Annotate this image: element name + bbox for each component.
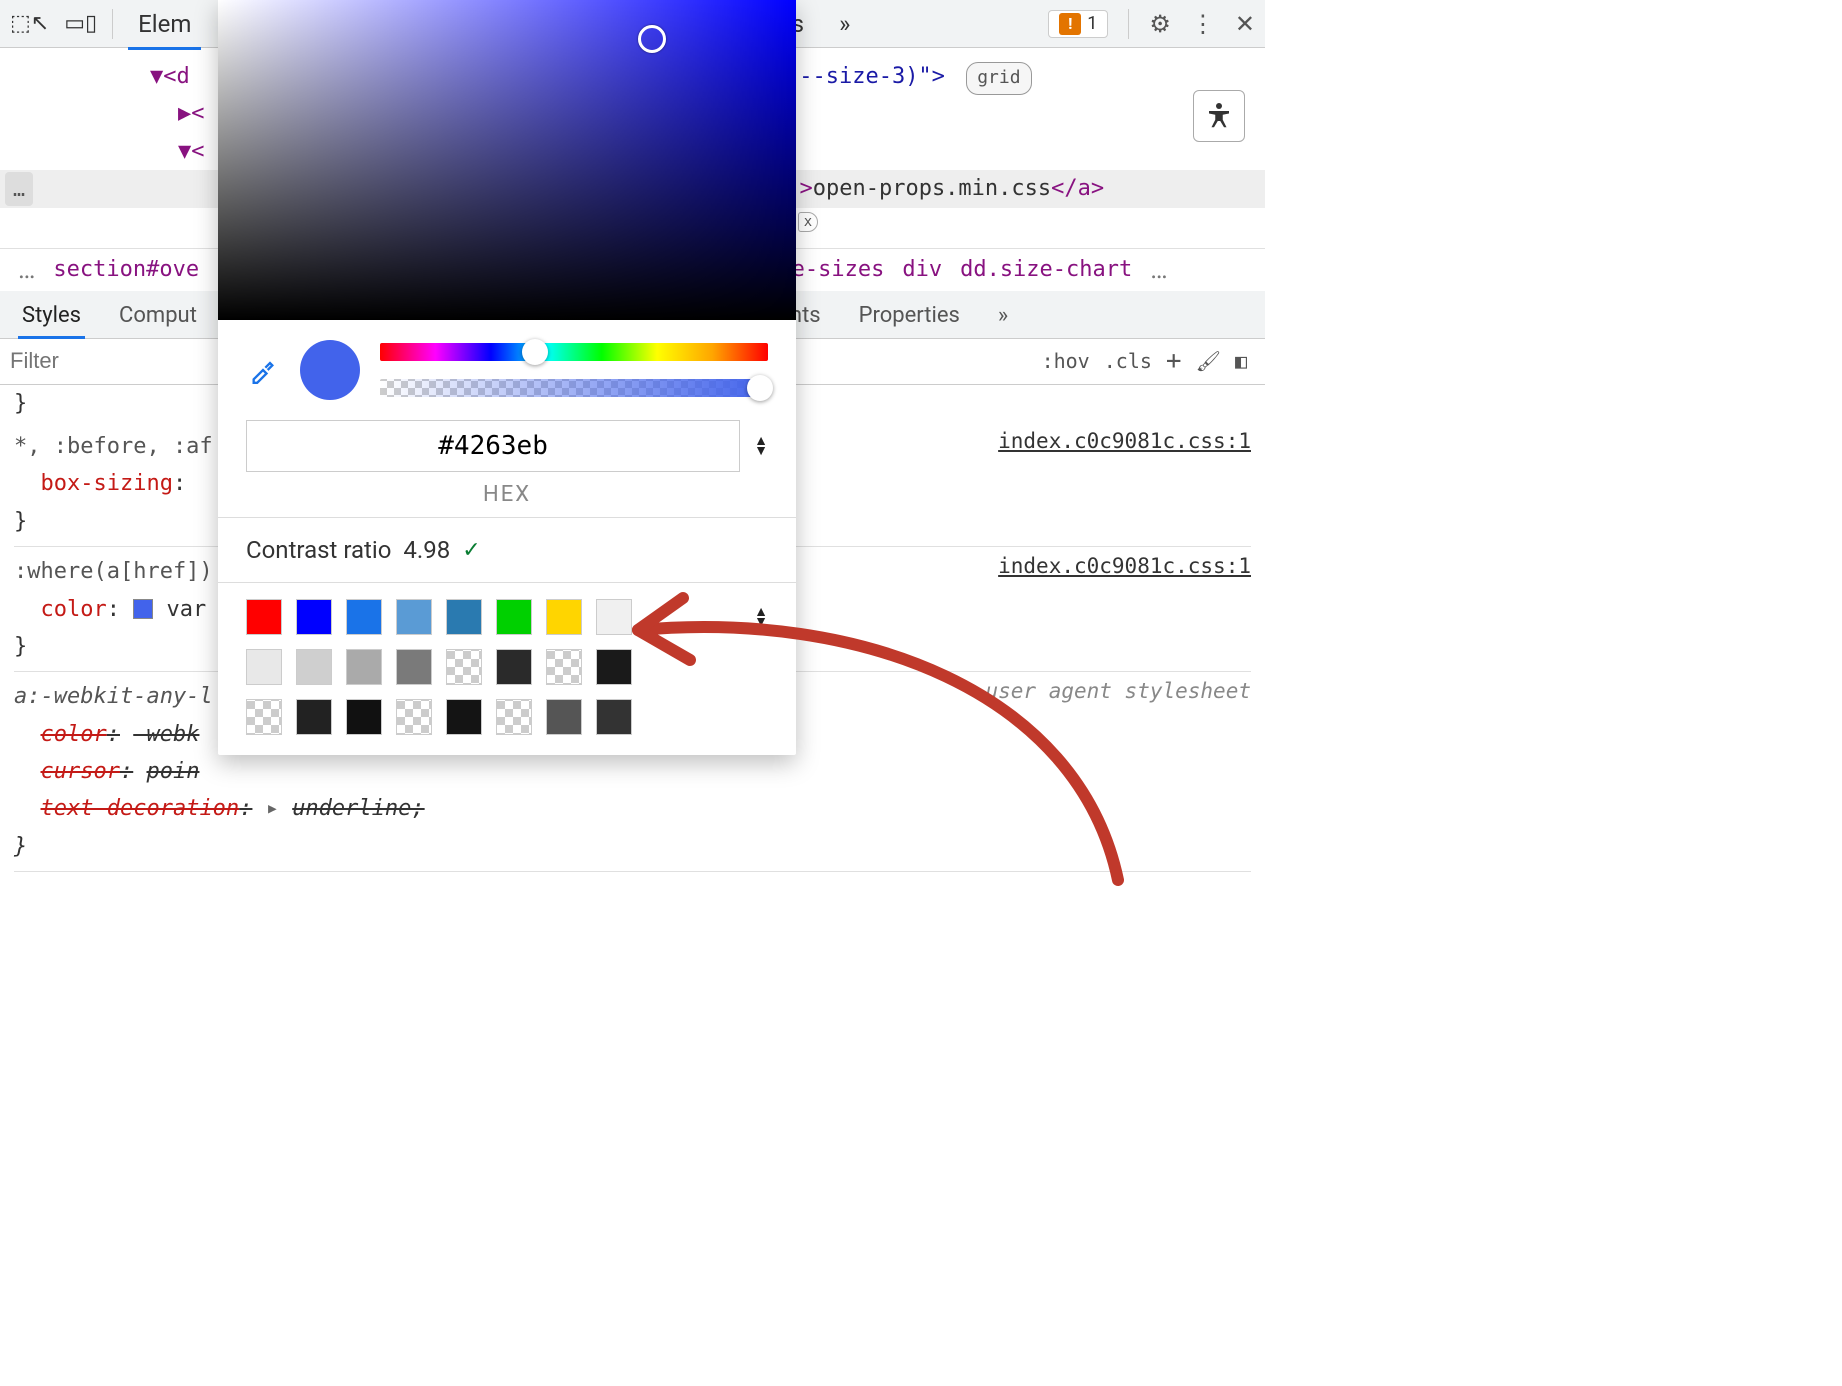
color-swatch[interactable]: [133, 599, 153, 619]
palette: ▲▼: [218, 582, 796, 755]
expand-icon[interactable]: ▸: [266, 796, 279, 821]
alpha-handle[interactable]: [747, 375, 773, 401]
cls-button[interactable]: .cls: [1104, 349, 1152, 373]
css-value: poin: [146, 759, 199, 784]
toggle-sidebar-icon[interactable]: ◧: [1235, 349, 1247, 373]
issues-count: 1: [1087, 13, 1097, 34]
spectrum-handle[interactable]: [638, 25, 666, 53]
selector: *, :before, :af: [14, 434, 213, 459]
format-spinner[interactable]: ▲▼: [754, 436, 768, 456]
accessibility-button[interactable]: [1193, 90, 1245, 142]
palette-swatch[interactable]: [246, 649, 282, 685]
palette-swatch[interactable]: [546, 599, 582, 635]
current-color-circle: [300, 340, 360, 400]
color-picker: ▲▼ HEX Contrast ratio 4.98 ✓ ▲▼: [218, 0, 796, 755]
breadcrumb-overflow-right[interactable]: …: [1150, 255, 1167, 285]
palette-swatch[interactable]: [446, 649, 482, 685]
css-prop: color: [41, 597, 107, 622]
close-icon[interactable]: ✕: [1235, 10, 1255, 38]
css-prop: cursor: [41, 759, 120, 784]
paint-icon[interactable]: 🖌: [1196, 349, 1221, 373]
palette-swatch[interactable]: [346, 649, 382, 685]
close-tag: </a>: [1051, 176, 1104, 201]
palette-swatch[interactable]: [546, 649, 582, 685]
hov-button[interactable]: :hov: [1042, 349, 1090, 373]
contrast-value: 4.98: [403, 536, 450, 564]
dom-node[interactable]: ▶<: [178, 101, 205, 126]
palette-swatch[interactable]: [496, 599, 532, 635]
new-rule-button[interactable]: +: [1166, 346, 1182, 376]
palette-swatch[interactable]: [446, 699, 482, 735]
palette-swatch[interactable]: [296, 649, 332, 685]
palette-swatch[interactable]: [446, 599, 482, 635]
kebab-icon[interactable]: ⋮: [1191, 10, 1215, 38]
css-value: -webk: [133, 722, 199, 747]
css-value: underline;: [292, 796, 424, 821]
palette-swatch[interactable]: [296, 699, 332, 735]
inspect-icon[interactable]: ⬚↖: [10, 11, 49, 36]
hue-handle[interactable]: [522, 339, 548, 365]
close-pill[interactable]: x: [798, 212, 818, 232]
source-link[interactable]: index.c0c9081c.css:1: [998, 549, 1251, 585]
tab-computed[interactable]: Comput: [115, 297, 201, 338]
tab-properties[interactable]: Properties: [855, 297, 964, 338]
palette-swatch[interactable]: [496, 649, 532, 685]
device-toggle-icon[interactable]: ▭▯: [64, 11, 97, 36]
palette-swatch[interactable]: [596, 649, 632, 685]
palette-swatch[interactable]: [496, 699, 532, 735]
palette-swatch[interactable]: [346, 599, 382, 635]
palette-spinner[interactable]: ▲▼: [754, 607, 768, 627]
css-prop: box-sizing: [41, 471, 173, 496]
tab-more[interactable]: »: [994, 297, 1012, 338]
warning-icon: !: [1059, 13, 1081, 35]
grid-chip[interactable]: grid: [966, 62, 1031, 95]
contrast-ratio-row[interactable]: Contrast ratio 4.98 ✓: [218, 517, 796, 582]
dom-node[interactable]: ▼<d: [150, 64, 190, 89]
tab-overflow[interactable]: »: [829, 10, 860, 38]
hue-slider[interactable]: [380, 343, 768, 361]
ua-stylesheet-label: user agent stylesheet: [985, 674, 1251, 710]
palette-swatch[interactable]: [596, 699, 632, 735]
palette-swatch[interactable]: [246, 699, 282, 735]
tab-elements[interactable]: Elem: [128, 10, 201, 38]
palette-swatch[interactable]: [396, 599, 432, 635]
hex-input[interactable]: [246, 420, 740, 472]
palette-swatch[interactable]: [396, 699, 432, 735]
palette-swatch[interactable]: [596, 599, 632, 635]
source-link[interactable]: index.c0c9081c.css:1: [998, 424, 1251, 460]
alpha-slider[interactable]: [380, 379, 768, 397]
separator: [1128, 9, 1129, 39]
eyedropper-icon[interactable]: [246, 353, 280, 387]
css-prop: color: [41, 722, 107, 747]
palette-swatch[interactable]: [346, 699, 382, 735]
palette-swatch[interactable]: [396, 649, 432, 685]
selector: a:-webkit-any-l: [14, 684, 213, 709]
palette-swatch[interactable]: [246, 599, 282, 635]
gear-icon[interactable]: ⚙: [1149, 10, 1171, 38]
color-format-label: HEX: [218, 482, 796, 517]
dom-node[interactable]: ▼<: [178, 139, 205, 164]
separator: [112, 9, 113, 39]
spectrum-area[interactable]: [218, 0, 796, 320]
issues-badge[interactable]: ! 1: [1048, 10, 1108, 38]
palette-swatch[interactable]: [296, 599, 332, 635]
css-prop: text-decoration: [41, 796, 240, 821]
link-text: open-props.min.css: [813, 176, 1051, 201]
tab-styles[interactable]: Styles: [18, 297, 85, 338]
selector: :where(a[href]): [14, 559, 213, 584]
contrast-label: Contrast ratio: [246, 536, 391, 564]
palette-swatch[interactable]: [546, 699, 582, 735]
check-icon: ✓: [462, 538, 480, 563]
breadcrumb-item[interactable]: dd.size-chart: [960, 257, 1132, 282]
css-value: var: [166, 597, 206, 622]
breadcrumb-overflow-left[interactable]: …: [18, 255, 35, 285]
ellipsis-chip[interactable]: …: [5, 172, 33, 206]
breadcrumb-item[interactable]: section#ove: [53, 257, 199, 282]
breadcrumb-item[interactable]: div: [902, 257, 942, 282]
